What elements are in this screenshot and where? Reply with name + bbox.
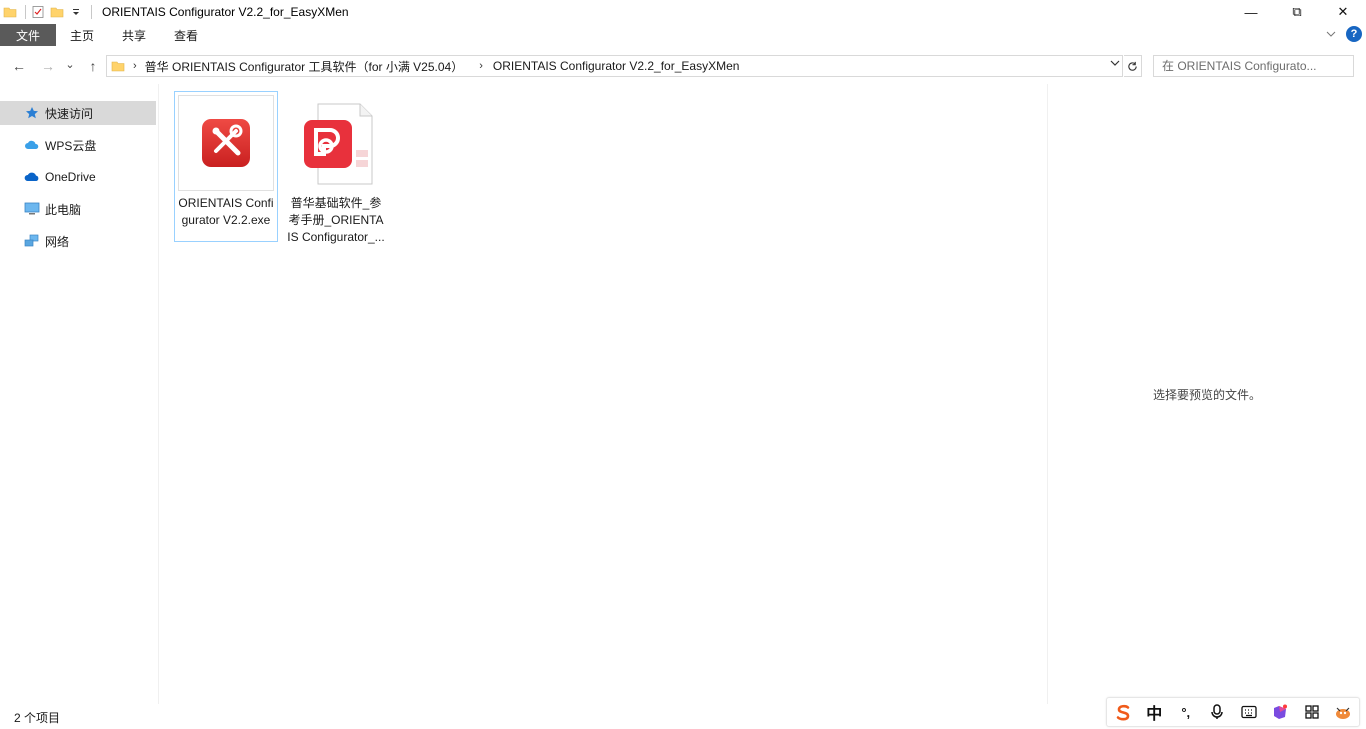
ribbon-right: ?	[1326, 26, 1362, 42]
file-item-pdf[interactable]: 普华基础软件_参考手册_ORIENTAIS Configurator_...	[284, 92, 388, 258]
close-button[interactable]: ✕	[1320, 0, 1366, 24]
sidebar-item-quick-access[interactable]: 快速访问	[0, 101, 156, 125]
help-icon[interactable]: ?	[1346, 26, 1362, 42]
folder-icon	[111, 59, 125, 73]
sidebar-item-label: 网络	[45, 234, 70, 249]
skin-icon[interactable]	[1269, 701, 1291, 723]
window-title: ORIENTAIS Configurator V2.2_for_EasyXMen	[102, 5, 349, 19]
properties-icon[interactable]	[30, 4, 46, 20]
file-name: ORIENTAIS Configurator V2.2.exe	[178, 196, 274, 227]
sidebar-item-this-pc[interactable]: 此电脑	[0, 197, 156, 221]
toolbar-divider	[25, 5, 26, 19]
address-bar[interactable]: › 普华 ORIENTAIS Configurator 工具软件（for 小满 …	[106, 55, 1123, 77]
forward-button[interactable]: →	[37, 55, 59, 77]
folder-icon[interactable]	[2, 4, 18, 20]
sidebar-item-label: OneDrive	[45, 170, 96, 184]
star-icon	[24, 105, 40, 121]
toolbar-divider	[91, 5, 92, 19]
quick-access-toolbar	[0, 0, 96, 24]
title-bar: ORIENTAIS Configurator V2.2_for_EasyXMen…	[0, 0, 1366, 24]
recent-locations-button[interactable]: ⌄	[61, 53, 79, 75]
ime-toolbar: 中 °,	[1106, 697, 1360, 727]
window-controls: — ⧉ ✕	[1228, 0, 1366, 24]
back-button[interactable]: ←	[8, 55, 30, 77]
customize-toolbar-icon[interactable]	[68, 4, 84, 20]
wps-pdf-icon	[288, 95, 384, 191]
chevron-right-icon[interactable]: ›	[479, 60, 483, 72]
input-mode-toggle[interactable]: 中	[1143, 701, 1165, 723]
file-item-exe[interactable]: ORIENTAIS Configurator V2.2.exe	[174, 91, 278, 242]
toolbox-grid-icon[interactable]	[1301, 701, 1323, 723]
sidebar-item-label: 此电脑	[45, 202, 82, 217]
pane-divider[interactable]	[158, 84, 159, 704]
tab-view[interactable]: 查看	[160, 24, 212, 46]
ribbon-tabs: 文件 主页 共享 查看 ?	[0, 24, 1366, 46]
microphone-icon[interactable]	[1206, 701, 1228, 723]
computer-icon	[24, 201, 40, 217]
search-input[interactable]	[1162, 59, 1342, 73]
chevron-right-icon[interactable]: ›	[133, 60, 137, 72]
tab-share[interactable]: 共享	[108, 24, 160, 46]
tools-app-icon	[178, 95, 274, 191]
refresh-icon[interactable]	[1124, 55, 1142, 77]
sidebar-item-wps-cloud[interactable]: WPS云盘	[0, 133, 156, 157]
tab-file[interactable]: 文件	[0, 24, 56, 46]
sidebar-item-network[interactable]: 网络	[0, 229, 156, 253]
keyboard-icon[interactable]	[1238, 701, 1260, 723]
sogou-logo-icon[interactable]	[1112, 701, 1134, 723]
sidebar-item-label: 快速访问	[45, 106, 94, 121]
preview-message: 选择要预览的文件。	[1152, 388, 1261, 402]
expand-ribbon-icon[interactable]	[1326, 27, 1336, 41]
mascot-icon[interactable]	[1332, 701, 1354, 723]
maximize-button[interactable]: ⧉	[1274, 0, 1320, 24]
network-icon	[24, 233, 40, 249]
navigation-row: ← → ⌄ ↑ › 普华 ORIENTAIS Configurator 工具软件…	[0, 52, 1366, 80]
new-folder-icon[interactable]	[49, 4, 65, 20]
minimize-button[interactable]: —	[1228, 0, 1274, 24]
sidebar-item-onedrive[interactable]: OneDrive	[0, 165, 156, 189]
navigation-pane: 快速访问 WPS云盘 OneDrive 此电脑 网络	[0, 84, 158, 704]
chevron-down-icon[interactable]	[1110, 59, 1120, 70]
punctuation-toggle[interactable]: °,	[1175, 701, 1197, 723]
breadcrumb-parent[interactable]: 普华 ORIENTAIS Configurator 工具软件（for 小满 V2…	[145, 58, 464, 75]
cloud-icon	[24, 137, 40, 153]
breadcrumb-current[interactable]: ORIENTAIS Configurator V2.2_for_EasyXMen	[493, 59, 740, 73]
up-button[interactable]: ↑	[82, 55, 104, 77]
file-name: 普华基础软件_参考手册_ORIENTAIS Configurator_...	[287, 196, 385, 244]
item-count: 2 个项目	[14, 711, 61, 725]
sidebar-item-label: WPS云盘	[45, 138, 97, 153]
onedrive-icon	[24, 169, 40, 185]
search-box[interactable]	[1153, 55, 1354, 77]
tab-home[interactable]: 主页	[56, 24, 108, 46]
